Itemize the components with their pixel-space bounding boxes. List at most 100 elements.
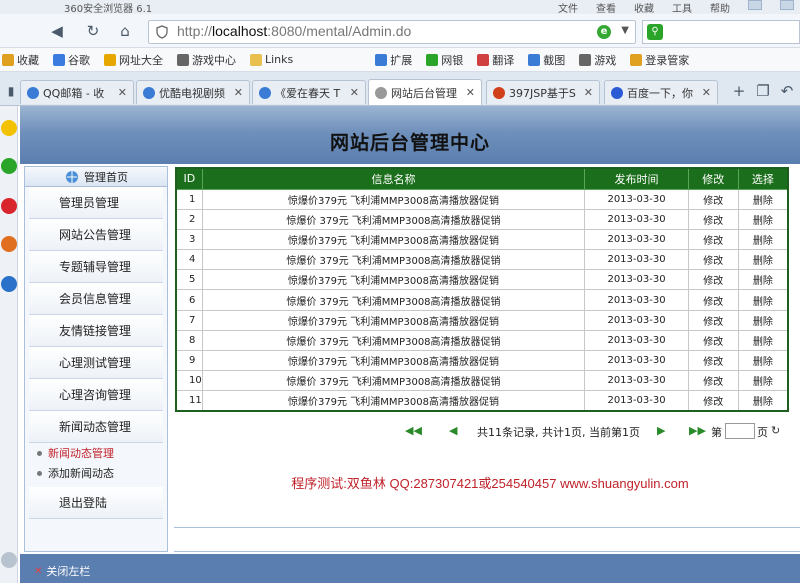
nav-item[interactable]: 友情链接管理 [29,315,163,347]
edit-link[interactable]: 修改 [687,329,739,352]
delete-link[interactable]: 删除 [737,329,789,352]
cell-date: 2013-03-30 [584,329,689,352]
restore-tab-icon[interactable]: ❐ [752,80,774,102]
delete-link[interactable]: 删除 [737,289,789,311]
new-tab-icon[interactable]: + [728,80,750,102]
search-box[interactable]: ⚲ [642,20,800,44]
delete-link[interactable]: 删除 [737,249,789,271]
edit-link[interactable]: 修改 [687,289,739,311]
bookmark-item[interactable]: 翻译 [477,52,514,68]
bookmark-item[interactable]: 登录管家 [630,52,689,68]
settings-gear-icon[interactable] [1,552,17,568]
bookmark-item[interactable]: 收藏 [2,52,39,68]
table-row: 3 惊爆价379元 飞利浦MMP3008高清播放器促销 2013-03-30 修改 删除 [175,228,789,251]
edit-link[interactable]: 修改 [687,249,739,271]
delete-link[interactable]: 删除 [737,349,789,372]
weibo-icon[interactable] [1,198,17,214]
delete-link[interactable]: 删除 [737,370,789,392]
sidebar-toggle-icon[interactable]: ▮ [0,80,22,102]
menu-file[interactable]: 文件 [558,0,578,15]
undo-close-icon[interactable]: ↶ [776,80,798,102]
nav-home-head[interactable]: 管理首页 [25,167,167,187]
tab-close-icon[interactable]: ✕ [350,86,359,99]
maximize-button[interactable] [780,0,794,10]
back-icon[interactable]: ◀ [46,20,68,42]
bookmark-item[interactable]: 游戏中心 [177,52,236,68]
tab-close-icon[interactable]: ✕ [584,86,593,99]
nav-item[interactable]: 管理员管理 [29,187,163,219]
edit-link[interactable]: 修改 [687,349,739,372]
tab-label: 百度一下，你 [627,86,693,100]
wechat-icon[interactable] [1,158,17,174]
nav-item[interactable]: 新闻动态管理 [29,411,163,443]
browser-tab[interactable]: 网站后台管理 ✕ [368,79,482,105]
edit-link[interactable]: 修改 [687,269,739,291]
col-header-id: ID [175,167,203,190]
edit-link[interactable]: 修改 [687,188,739,210]
search-engine-icon[interactable]: ⚲ [647,24,663,40]
next-page-icon[interactable]: ▶ [657,424,665,437]
edit-link[interactable]: 修改 [687,390,739,412]
menu-view[interactable]: 查看 [596,0,616,15]
bookmark-item[interactable]: 扩展 [375,52,412,68]
close-left-pane[interactable]: ✕ 关闭左栏 [34,563,90,579]
browser-tab[interactable]: QQ邮箱 - 收 ✕ [20,80,134,104]
first-page-icon[interactable]: ◀◀ [405,424,422,437]
edit-link[interactable]: 修改 [687,208,739,230]
nav-item[interactable]: 会员信息管理 [29,283,163,315]
app-icon[interactable] [1,236,17,252]
shield-icon [156,25,168,39]
tab-close-icon[interactable]: ✕ [466,86,475,99]
nav-item[interactable]: 专题辅导管理 [29,251,163,283]
bookmark-item[interactable]: 游戏 [579,52,616,68]
edit-link[interactable]: 修改 [687,370,739,392]
cell-id: 11 [175,390,203,412]
delete-link[interactable]: 删除 [737,309,789,331]
favorites-star-icon[interactable] [1,120,17,136]
nav-item[interactable]: 心理测试管理 [29,347,163,379]
cell-date: 2013-03-30 [584,269,689,291]
browser-tab[interactable]: 百度一下，你 ✕ [604,80,718,104]
nav-item[interactable]: 心理咨询管理 [29,379,163,411]
delete-link[interactable]: 删除 [737,208,789,230]
home-icon[interactable]: ⌂ [114,20,136,42]
minimize-button[interactable] [748,0,762,10]
compat-mode-icon[interactable]: e [597,25,611,39]
bookmark-item[interactable]: 网址大全 [104,52,163,68]
bookmark-item[interactable]: Links [250,53,293,66]
nav-sub-item[interactable]: 新闻动态管理 [25,443,167,463]
table-row: 10 惊爆价 379元 飞利浦MMP3008高清播放器促销 2013-03-30 修改… [175,370,789,392]
go-icon[interactable]: ↻ [771,424,780,437]
page-number-input[interactable] [725,423,755,439]
prev-page-icon[interactable]: ◀ [449,424,457,437]
refresh-icon[interactable]: ↻ [82,20,104,42]
menu-tools[interactable]: 工具 [672,0,692,15]
tab-close-icon[interactable]: ✕ [702,86,711,99]
delete-link[interactable]: 删除 [737,188,789,210]
browser-tab[interactable]: 《爱在春天 T ✕ [252,80,366,104]
address-url[interactable]: http://localhost:8080/mental/Admin.do [177,23,411,39]
menu-favorites[interactable]: 收藏 [634,0,654,15]
delete-link[interactable]: 删除 [737,269,789,291]
browser-tab[interactable]: 397JSP基于S ✕ [486,80,600,104]
delete-link[interactable]: 删除 [737,228,789,251]
browser-tab[interactable]: 优酷电视剧频 ✕ [136,80,250,104]
nav-item[interactable]: 网站公告管理 [29,219,163,251]
tab-close-icon[interactable]: ✕ [234,86,243,99]
bookmark-item[interactable]: 网银 [426,52,463,68]
last-page-icon[interactable]: ▶▶ [689,424,706,437]
ask-icon[interactable] [1,276,17,292]
delete-link[interactable]: 删除 [737,390,789,412]
bookmark-item[interactable]: 谷歌 [53,52,90,68]
edit-link[interactable]: 修改 [687,309,739,331]
edit-link[interactable]: 修改 [687,228,739,251]
address-bar[interactable]: http://localhost:8080/mental/Admin.do e … [148,20,636,44]
folder-icon [250,53,262,66]
cell-date: 2013-03-30 [584,390,689,412]
menu-help[interactable]: 帮助 [710,0,730,15]
col-header-edit: 修改 [687,167,739,190]
tab-close-icon[interactable]: ✕ [118,86,127,99]
nav-sub-label: 新闻动态管理 [48,447,114,460]
bookmark-item[interactable]: 截图 [528,52,565,68]
chevron-down-icon[interactable]: ▼ [621,25,629,36]
